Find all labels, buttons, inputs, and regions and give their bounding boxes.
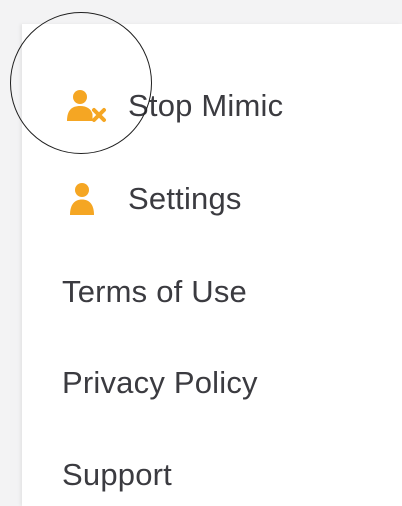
account-menu: Stop Mimic Settings Terms of Use Privacy… [22,24,402,506]
settings-label: Settings [128,181,242,216]
stop-mimic-menu-item[interactable]: Stop Mimic [22,69,402,143]
stop-mimic-label: Stop Mimic [128,88,284,123]
privacy-policy-label: Privacy Policy [62,365,258,400]
support-link[interactable]: Support [22,438,402,506]
terms-of-use-label: Terms of Use [62,274,247,309]
terms-of-use-link[interactable]: Terms of Use [22,255,402,329]
support-label: Support [62,457,172,492]
user-remove-icon [66,86,110,126]
settings-menu-item[interactable]: Settings [22,162,402,236]
user-icon [66,179,110,219]
privacy-policy-link[interactable]: Privacy Policy [22,346,402,420]
